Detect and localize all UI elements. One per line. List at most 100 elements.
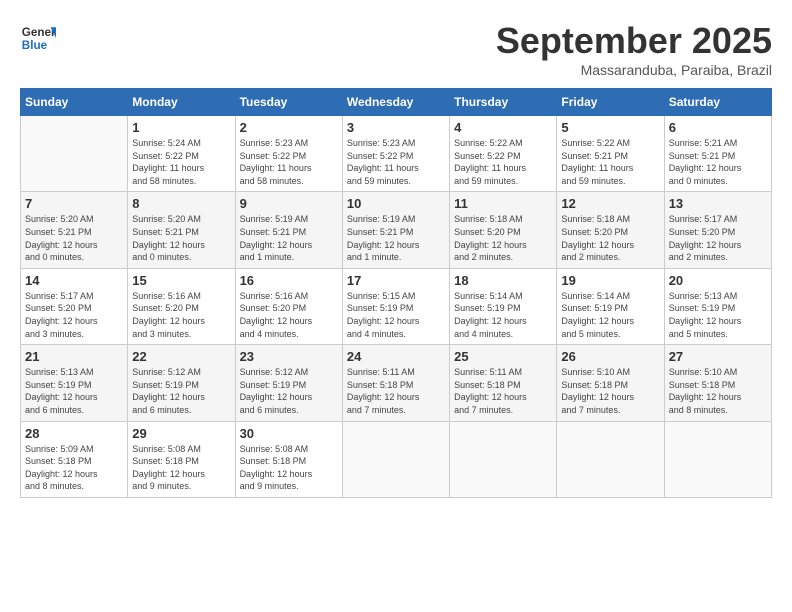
calendar-week-row: 1 Sunrise: 5:24 AMSunset: 5:22 PMDaylight… [21, 116, 772, 192]
svg-text:Blue: Blue [22, 39, 48, 52]
day-number: 23 [240, 349, 338, 364]
calendar-cell: 27 Sunrise: 5:10 AMSunset: 5:18 PMDayligh… [664, 345, 771, 421]
month-title: September 2025 [496, 20, 772, 62]
day-number: 7 [25, 196, 123, 211]
day-info: Sunrise: 5:18 AMSunset: 5:20 PMDaylight:… [561, 213, 659, 263]
weekday-header-monday: Monday [128, 89, 235, 116]
day-info: Sunrise: 5:09 AMSunset: 5:18 PMDaylight:… [25, 443, 123, 493]
calendar-cell: 8 Sunrise: 5:20 AMSunset: 5:21 PMDaylight… [128, 192, 235, 268]
logo-icon: General Blue [20, 20, 56, 56]
calendar-cell: 2Sunrise: 5:23 AMSunset: 5:22 PMDaylight… [235, 116, 342, 192]
day-number: 19 [561, 273, 659, 288]
day-number: 24 [347, 349, 445, 364]
calendar-week-row: 21Sunrise: 5:13 AMSunset: 5:19 PMDayligh… [21, 345, 772, 421]
calendar-cell: 28 Sunrise: 5:09 AMSunset: 5:18 PMDayligh… [21, 421, 128, 497]
day-info: Sunrise: 5:11 AMSunset: 5:18 PMDaylight:… [454, 366, 552, 416]
calendar-cell: 30 Sunrise: 5:08 AMSunset: 5:18 PMDayligh… [235, 421, 342, 497]
day-info: Sunrise: 5:16 AMSunset: 5:20 PMDaylight:… [240, 290, 338, 340]
day-number: 5 [561, 120, 659, 135]
calendar-cell: 5 Sunrise: 5:22 AMSunset: 5:21 PMDaylight… [557, 116, 664, 192]
day-number: 25 [454, 349, 552, 364]
title-area: September 2025 Massaranduba, Paraiba, Br… [496, 20, 772, 78]
day-number: 30 [240, 426, 338, 441]
weekday-header-sunday: Sunday [21, 89, 128, 116]
day-info: Sunrise: 5:16 AMSunset: 5:20 PMDaylight:… [132, 290, 230, 340]
calendar-cell [21, 116, 128, 192]
calendar-cell: 17Sunrise: 5:15 AMSunset: 5:19 PMDayligh… [342, 268, 449, 344]
day-number: 20 [669, 273, 767, 288]
day-info: Sunrise: 5:12 AMSunset: 5:19 PMDaylight:… [132, 366, 230, 416]
calendar-cell: 19 Sunrise: 5:14 AMSunset: 5:19 PMDayligh… [557, 268, 664, 344]
calendar-cell: 4 Sunrise: 5:22 AMSunset: 5:22 PMDaylight… [450, 116, 557, 192]
day-number: 21 [25, 349, 123, 364]
day-number: 6 [669, 120, 767, 135]
day-number: 11 [454, 196, 552, 211]
calendar-cell: 6Sunrise: 5:21 AMSunset: 5:21 PMDaylight… [664, 116, 771, 192]
calendar-cell: 23Sunrise: 5:12 AMSunset: 5:19 PMDayligh… [235, 345, 342, 421]
calendar-cell [450, 421, 557, 497]
calendar-cell: 22Sunrise: 5:12 AMSunset: 5:19 PMDayligh… [128, 345, 235, 421]
calendar-cell [557, 421, 664, 497]
calendar-cell: 26 Sunrise: 5:10 AMSunset: 5:18 PMDayligh… [557, 345, 664, 421]
logo: General Blue [20, 20, 56, 56]
day-number: 4 [454, 120, 552, 135]
calendar-cell: 1 Sunrise: 5:24 AMSunset: 5:22 PMDaylight… [128, 116, 235, 192]
calendar-cell [342, 421, 449, 497]
calendar-week-row: 28 Sunrise: 5:09 AMSunset: 5:18 PMDayligh… [21, 421, 772, 497]
day-number: 9 [240, 196, 338, 211]
day-info: Sunrise: 5:14 AMSunset: 5:19 PMDaylight:… [454, 290, 552, 340]
calendar-cell: 7Sunrise: 5:20 AMSunset: 5:21 PMDaylight… [21, 192, 128, 268]
calendar-header: SundayMondayTuesdayWednesdayThursdayFrid… [21, 89, 772, 116]
day-info: Sunrise: 5:23 AMSunset: 5:22 PMDaylight:… [347, 137, 445, 187]
calendar: SundayMondayTuesdayWednesdayThursdayFrid… [20, 88, 772, 498]
day-number: 3 [347, 120, 445, 135]
day-info: Sunrise: 5:11 AMSunset: 5:18 PMDaylight:… [347, 366, 445, 416]
weekday-header-friday: Friday [557, 89, 664, 116]
svg-text:General: General [22, 26, 56, 39]
day-info: Sunrise: 5:10 AMSunset: 5:18 PMDaylight:… [561, 366, 659, 416]
day-number: 27 [669, 349, 767, 364]
calendar-cell [664, 421, 771, 497]
calendar-cell: 3 Sunrise: 5:23 AMSunset: 5:22 PMDaylight… [342, 116, 449, 192]
day-number: 28 [25, 426, 123, 441]
day-number: 12 [561, 196, 659, 211]
weekday-header-row: SundayMondayTuesdayWednesdayThursdayFrid… [21, 89, 772, 116]
day-number: 17 [347, 273, 445, 288]
day-info: Sunrise: 5:08 AMSunset: 5:18 PMDaylight:… [240, 443, 338, 493]
day-info: Sunrise: 5:24 AMSunset: 5:22 PMDaylight:… [132, 137, 230, 187]
day-info: Sunrise: 5:13 AMSunset: 5:19 PMDaylight:… [669, 290, 767, 340]
day-info: Sunrise: 5:20 AMSunset: 5:21 PMDaylight:… [132, 213, 230, 263]
day-info: Sunrise: 5:22 AMSunset: 5:22 PMDaylight:… [454, 137, 552, 187]
calendar-body: 1 Sunrise: 5:24 AMSunset: 5:22 PMDaylight… [21, 116, 772, 498]
day-number: 14 [25, 273, 123, 288]
calendar-week-row: 7 Sunrise: 5:20 AMSunset: 5:21 PMDaylight… [21, 192, 772, 268]
day-number: 26 [561, 349, 659, 364]
day-number: 16 [240, 273, 338, 288]
day-info: Sunrise: 5:19 AMSunset: 5:21 PMDaylight:… [347, 213, 445, 263]
calendar-cell: 24 Sunrise: 5:11 AMSunset: 5:18 PMDayligh… [342, 345, 449, 421]
day-number: 13 [669, 196, 767, 211]
calendar-cell: 29Sunrise: 5:08 AMSunset: 5:18 PMDayligh… [128, 421, 235, 497]
day-number: 8 [132, 196, 230, 211]
calendar-cell: 21Sunrise: 5:13 AMSunset: 5:19 PMDayligh… [21, 345, 128, 421]
day-info: Sunrise: 5:18 AMSunset: 5:20 PMDaylight:… [454, 213, 552, 263]
calendar-cell: 16 Sunrise: 5:16 AMSunset: 5:20 PMDayligh… [235, 268, 342, 344]
day-info: Sunrise: 5:19 AMSunset: 5:21 PMDaylight:… [240, 213, 338, 263]
day-info: Sunrise: 5:22 AMSunset: 5:21 PMDaylight:… [561, 137, 659, 187]
calendar-cell: 9 Sunrise: 5:19 AMSunset: 5:21 PMDaylight… [235, 192, 342, 268]
weekday-header-thursday: Thursday [450, 89, 557, 116]
day-number: 18 [454, 273, 552, 288]
weekday-header-tuesday: Tuesday [235, 89, 342, 116]
day-info: Sunrise: 5:14 AMSunset: 5:19 PMDaylight:… [561, 290, 659, 340]
header: General Blue September 2025 Massaranduba… [20, 20, 772, 78]
subtitle: Massaranduba, Paraiba, Brazil [496, 62, 772, 78]
calendar-cell: 10Sunrise: 5:19 AMSunset: 5:21 PMDayligh… [342, 192, 449, 268]
day-info: Sunrise: 5:10 AMSunset: 5:18 PMDaylight:… [669, 366, 767, 416]
calendar-week-row: 14Sunrise: 5:17 AMSunset: 5:20 PMDayligh… [21, 268, 772, 344]
calendar-cell: 18 Sunrise: 5:14 AMSunset: 5:19 PMDayligh… [450, 268, 557, 344]
weekday-header-wednesday: Wednesday [342, 89, 449, 116]
day-number: 1 [132, 120, 230, 135]
calendar-cell: 11 Sunrise: 5:18 AMSunset: 5:20 PMDayligh… [450, 192, 557, 268]
calendar-cell: 14Sunrise: 5:17 AMSunset: 5:20 PMDayligh… [21, 268, 128, 344]
calendar-cell: 15Sunrise: 5:16 AMSunset: 5:20 PMDayligh… [128, 268, 235, 344]
